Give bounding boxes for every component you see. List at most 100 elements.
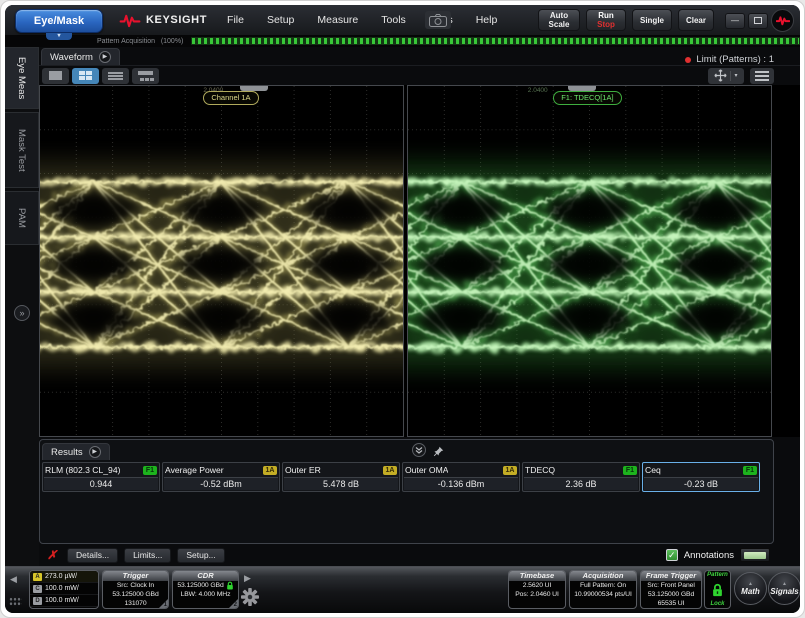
sidebar-tab-mask-test[interactable]: Mask Test [5, 112, 39, 188]
results-tab[interactable]: Results ▶ [42, 443, 110, 460]
play-icon[interactable]: ▶ [89, 446, 101, 458]
result-cell-rlm[interactable]: RLM (802.3 CL_94)F1 0.944 [42, 462, 160, 492]
waveform-pane-tdecq[interactable]: 2.0400 F1: TDECQ[1A] [407, 85, 772, 437]
cdr-panel[interactable]: CDR 53.125000 GBd LBW: 4.000 MHz 2 [172, 570, 239, 609]
stacked-rows-icon [108, 72, 123, 80]
statusbar-scroll-right-button[interactable]: ▶ [244, 573, 251, 584]
waveform-tab[interactable]: Waveform ▶ [41, 48, 120, 65]
result-cell-tdecq[interactable]: TDECQF1 2.36 dB [522, 462, 640, 492]
math-button[interactable]: ▲ Math [734, 572, 767, 605]
source-badge: F1 [623, 466, 637, 475]
menu-help[interactable]: Help [476, 14, 498, 26]
annotations-group: ✓ Annotations [666, 548, 770, 562]
function-label-pill[interactable]: F1: TDECQ[1A] [553, 91, 621, 105]
source-badge: 1A [263, 466, 277, 475]
result-cell-outer-er[interactable]: Outer ER1A 5.478 dB [282, 462, 400, 492]
acquisition-title: Acquisition [570, 571, 636, 581]
layout-quad-button[interactable] [72, 68, 99, 84]
timebase-scale: 2.5620 UI [509, 581, 565, 590]
pattern-lock-indicator[interactable]: Pattern Lock [704, 570, 731, 609]
eye-mask-app-button[interactable]: Eye/Mask ▾ [15, 9, 103, 33]
trigger-panel[interactable]: Trigger Src: Clock In 53.125000 GBd 1310… [102, 570, 169, 609]
quad-grid-icon [79, 71, 92, 80]
chevron-down-icon[interactable]: ▾ [730, 71, 737, 81]
result-name: Outer OMA [405, 465, 448, 475]
run-stop-button[interactable]: Run Stop [586, 9, 626, 31]
keysight-app-icon[interactable] [771, 9, 794, 32]
waveform-pane-channel-1a[interactable]: 2.0400 Channel 1A [39, 85, 404, 437]
move-tool-button[interactable]: ▾ [708, 68, 744, 84]
sidebar-tab-pam[interactable]: PAM [5, 191, 39, 245]
left-tab-sidebar: Eye Meas Mask Test PAM » [5, 47, 39, 566]
settings-gear-button[interactable] [241, 588, 259, 611]
channel-scales-panel[interactable]: A273.0 µW/ C100.0 mW/ D100.0 mW/ [29, 570, 99, 609]
play-icon[interactable]: ▶ [99, 51, 111, 63]
annotations-checkbox[interactable]: ✓ [666, 549, 678, 561]
delete-measurement-button[interactable]: ✗ [43, 548, 61, 562]
keysight-logo: KEYSIGHT [119, 13, 207, 28]
waveform-tab-row: Waveform ▶ Limit (Patterns) : 1 [39, 47, 800, 65]
results-area: Results ▶ RLM (802.3 CL_94) F1 [39, 437, 800, 566]
statusbar-grip-icon[interactable] [9, 597, 22, 606]
green-bar-icon [744, 552, 766, 559]
channel-label-pill[interactable]: Channel 1A [203, 91, 258, 105]
result-name: Ceq [645, 465, 661, 475]
limits-button[interactable]: Limits... [124, 548, 171, 563]
frame-trigger-panel[interactable]: Frame Trigger Src: Front Panel 53.125000… [640, 570, 702, 609]
acquisition-full-pattern: Full Pattern: On [570, 581, 636, 590]
source-badge: 1A [503, 466, 517, 475]
panel-menu-button[interactable] [750, 68, 774, 84]
limit-status-text: Limit (Patterns) : 1 [696, 54, 774, 65]
frame-trigger-title: Frame Trigger [641, 571, 701, 581]
signals-button[interactable]: ▲ Signals [768, 572, 800, 605]
channel-d-scale: 100.0 mW/ [45, 597, 79, 604]
pattern-acquisition-label: Pattern Acquisition (100%) [97, 38, 183, 45]
single-button[interactable]: Single [632, 9, 672, 31]
menu-file[interactable]: File [227, 14, 244, 26]
run-label: Run [587, 11, 625, 20]
cdr-title: CDR [173, 571, 238, 581]
layout-single-button[interactable] [42, 68, 69, 84]
menu-tools[interactable]: Tools [381, 14, 406, 26]
collapse-results-button[interactable] [412, 443, 426, 457]
pin-results-button[interactable] [433, 444, 444, 462]
result-name: Average Power [165, 465, 224, 475]
sidebar-expand-button[interactable]: » [14, 305, 30, 321]
result-cell-outer-oma[interactable]: Outer OMA 1A -0.136 dBm [402, 462, 520, 492]
camera-icon [429, 14, 447, 27]
result-value: 0.944 [44, 477, 158, 490]
channel-c-scale: 100.0 mW/ [45, 585, 79, 592]
result-name: RLM (802.3 CL_94) [45, 465, 120, 475]
eye-diagram-green [408, 86, 771, 436]
annotations-label: Annotations [684, 550, 734, 561]
statusbar-scroll-left-button[interactable]: ◀ [10, 574, 17, 585]
setup-button[interactable]: Setup... [177, 548, 224, 563]
details-button[interactable]: Details... [67, 548, 118, 563]
annotation-color-swatch[interactable] [740, 548, 770, 562]
signals-button-label: Signals [770, 587, 798, 596]
toolbar-right-group: ▾ [708, 68, 774, 84]
screenshot-button[interactable] [425, 11, 451, 29]
math-button-label: Math [741, 587, 760, 596]
results-panel: Results ▶ RLM (802.3 CL_94) F1 [39, 439, 774, 544]
result-cell-ceq[interactable]: CeqF1 -0.23 dB [642, 462, 760, 492]
app-dropdown-tab[interactable]: ▾ [46, 33, 72, 40]
menu-setup[interactable]: Setup [267, 14, 294, 26]
results-header: Results ▶ [40, 440, 773, 460]
result-name: Outer ER [285, 465, 321, 475]
results-tab-label: Results [51, 447, 83, 458]
clear-button[interactable]: Clear [678, 9, 714, 31]
layout-grid-button[interactable] [132, 68, 159, 84]
sidebar-tab-eye-meas[interactable]: Eye Meas [5, 47, 39, 109]
acquisition-panel[interactable]: Acquisition Full Pattern: On 10.99000534… [569, 570, 637, 609]
timebase-panel[interactable]: Timebase 2.5620 UI Pos: 2.0460 UI [508, 570, 566, 609]
auto-scale-button[interactable]: Auto Scale [538, 9, 580, 31]
trigger-title: Trigger [103, 571, 168, 581]
layout-rows-button[interactable] [102, 68, 129, 84]
result-cell-average-power[interactable]: Average Power1A -0.52 dBm [162, 462, 280, 492]
maximize-button[interactable] [748, 13, 768, 29]
menu-measure[interactable]: Measure [317, 14, 358, 26]
minimize-button[interactable]: — [725, 13, 745, 29]
result-value: -0.136 dBm [404, 477, 518, 490]
result-value: 2.36 dB [524, 477, 638, 490]
